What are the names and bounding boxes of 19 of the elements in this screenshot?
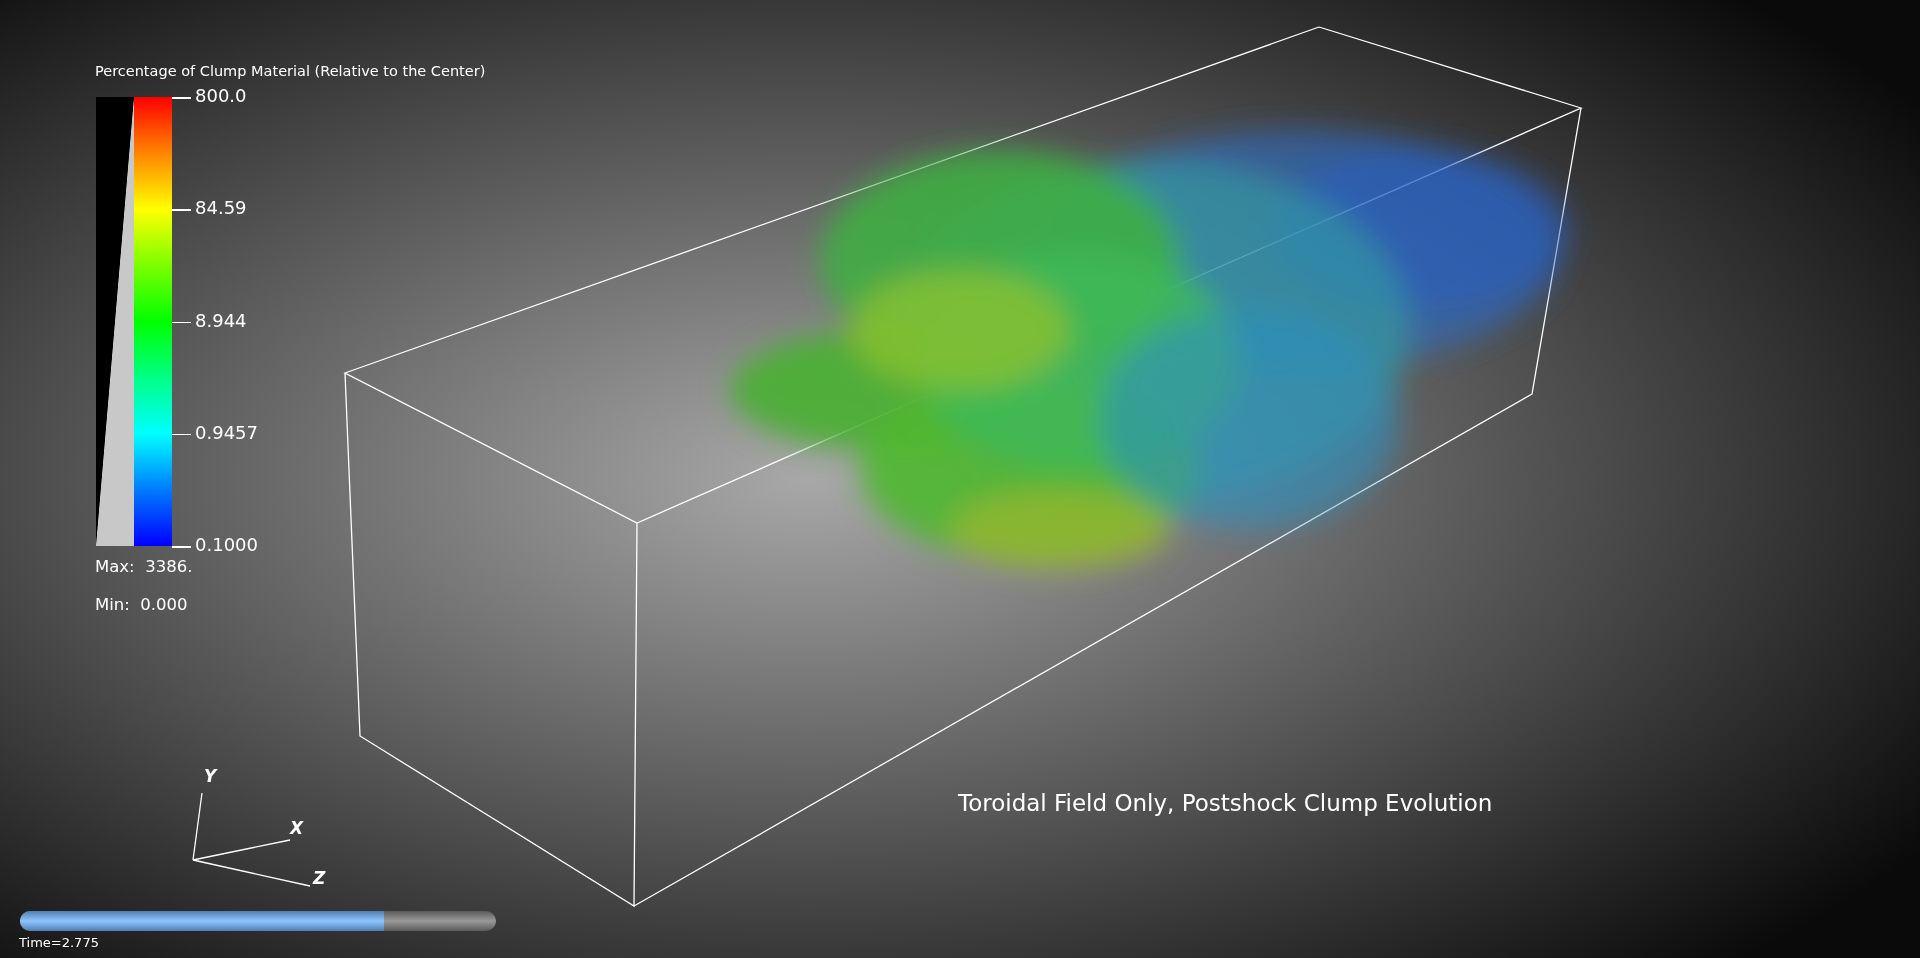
legend-title: Percentage of Clump Material (Relative to the Center)	[95, 63, 486, 79]
tick-mark	[172, 97, 191, 99]
tick-mark	[172, 433, 191, 436]
tick-mark	[172, 209, 191, 211]
time-label: Time=2.775	[19, 935, 99, 950]
tick-label: 84.59	[195, 197, 247, 219]
tick-mark	[172, 546, 191, 548]
axis-label: Y	[204, 766, 217, 786]
time-slider[interactable]	[20, 911, 496, 931]
tick-mark	[172, 321, 191, 323]
tick-label: 800.0	[195, 85, 247, 106]
axis-label: Z	[313, 868, 326, 888]
tick-label: 0.9457	[195, 421, 258, 443]
tick-label: 0.1000	[195, 534, 258, 555]
max-label: Max: 3386.	[95, 557, 193, 576]
min-label: Min: 0.000	[95, 595, 189, 614]
axis-label: X	[290, 818, 304, 838]
tick-label: 8.944	[195, 309, 247, 331]
caption: Toroidal Field Only, Postshock Clump Evolution	[958, 790, 1493, 816]
